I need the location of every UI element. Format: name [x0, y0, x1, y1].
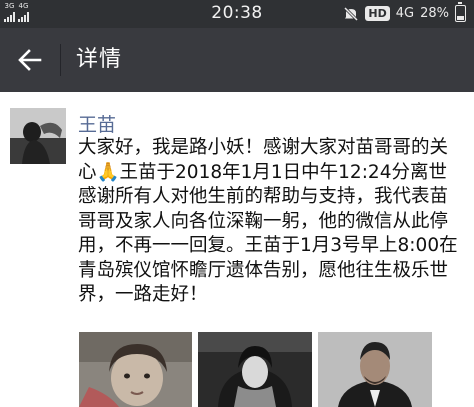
post-photo-costume[interactable]	[198, 332, 312, 407]
mute-icon	[344, 6, 359, 21]
status-bar: 3G 4G 20:38 HD 4G 28%	[0, 0, 474, 28]
status-indicators: HD 4G 28%	[343, 2, 466, 22]
avatar[interactable]	[10, 108, 66, 164]
post-line: 大家好，我是路小妖！感谢大家对苗哥哥的关	[78, 137, 449, 158]
title-bar: 详情	[0, 28, 474, 92]
post-line: 感谢所有人对他生前的帮助与支持，我代表苗	[78, 186, 449, 207]
page-title: 详情	[76, 47, 123, 72]
post-text: 大家好，我是路小妖！感谢大家对苗哥哥的关 心🙏王苗于2018年1月1日中午12:…	[78, 136, 466, 308]
post-line: 用，不再一一回复。王苗于1月3号早上8:00在	[78, 235, 458, 256]
post-photo-portrait[interactable]	[318, 332, 432, 407]
battery-percent: 28%	[420, 6, 449, 21]
hd-badge: HD	[365, 6, 390, 21]
network-type: 4G	[395, 6, 415, 21]
author-name[interactable]: 王苗	[78, 110, 116, 137]
post-line: 青岛殡仪馆怀瞻厅遗体告别，愿他往生极乐世	[78, 259, 449, 281]
post-photo-child[interactable]	[79, 332, 192, 407]
post-line: 界，一路走好！	[78, 284, 208, 305]
battery-icon	[455, 2, 466, 22]
back-arrow-icon	[18, 49, 42, 71]
title-divider	[60, 44, 61, 76]
post-line: 心🙏王苗于2018年1月1日中午12:24分离世	[78, 161, 447, 183]
post-line: 哥哥及家人向各位深鞠一躬，他的微信从此停	[78, 210, 449, 232]
back-button[interactable]	[0, 28, 60, 92]
